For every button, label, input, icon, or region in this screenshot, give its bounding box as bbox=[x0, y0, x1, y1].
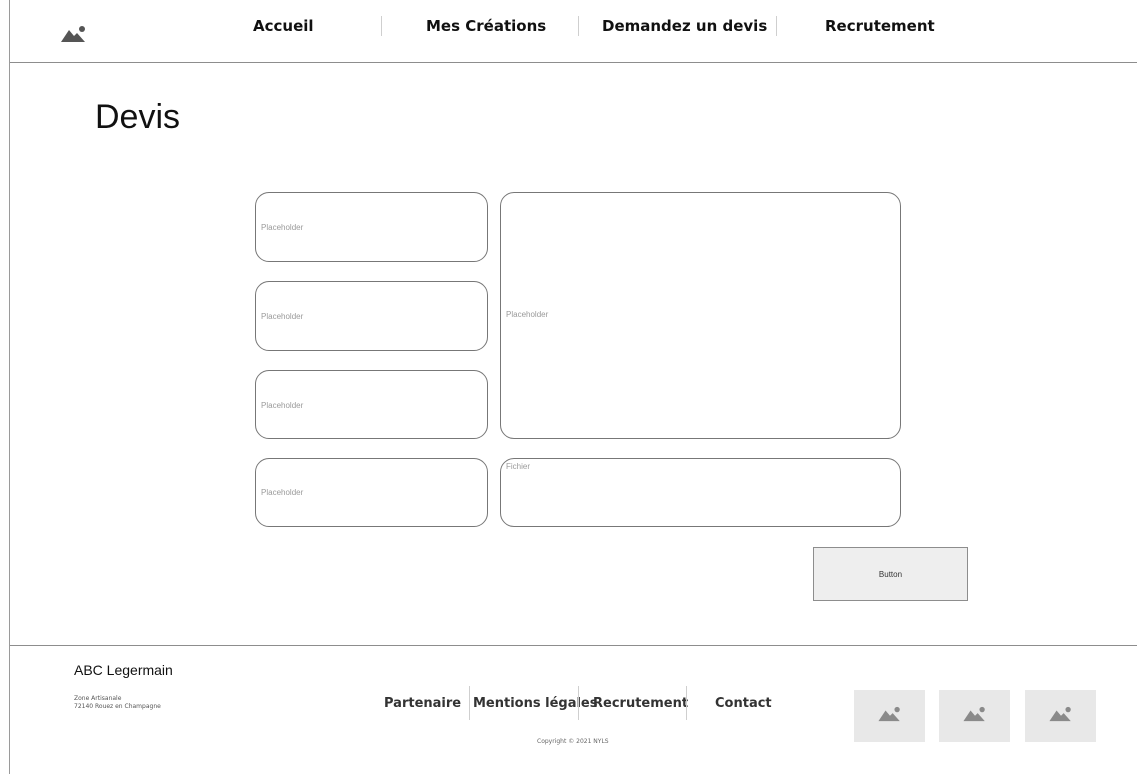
logo-image-icon[interactable] bbox=[61, 25, 87, 47]
footer-link-recrutement[interactable]: Recrutement bbox=[593, 696, 688, 711]
nav-divider bbox=[776, 16, 777, 36]
site-footer: ABC Legermain Zone Artisanale 72140 Roue… bbox=[10, 645, 1137, 775]
footer-link-partenaire[interactable]: Partenaire bbox=[384, 696, 461, 711]
footer-divider bbox=[469, 686, 470, 720]
text-input-field[interactable]: Placeholder bbox=[255, 192, 488, 262]
footer-brand: ABC Legermain bbox=[74, 662, 173, 678]
footer-divider bbox=[686, 686, 687, 720]
nav-accueil[interactable]: Accueil bbox=[253, 17, 314, 35]
image-placeholder-icon bbox=[1048, 706, 1073, 726]
input-placeholder: Placeholder bbox=[261, 401, 304, 410]
image-placeholder-icon bbox=[877, 706, 902, 726]
nav-recrutement[interactable]: Recrutement bbox=[825, 17, 935, 35]
footer-address-line: 72140 Rouez en Champagne bbox=[74, 703, 161, 710]
footer-thumbnail[interactable] bbox=[854, 690, 925, 742]
file-placeholder: Fichier bbox=[506, 462, 531, 471]
nav-divider bbox=[381, 16, 382, 36]
input-placeholder: Placeholder bbox=[261, 223, 304, 232]
site-header: Accueil Mes Créations Demandez un devis … bbox=[10, 0, 1137, 63]
text-input-field[interactable]: Placeholder bbox=[255, 458, 488, 527]
input-placeholder: Placeholder bbox=[261, 312, 304, 321]
footer-thumbnail[interactable] bbox=[939, 690, 1010, 742]
file-upload-field[interactable]: Fichier bbox=[500, 458, 901, 527]
input-placeholder: Placeholder bbox=[261, 488, 304, 497]
page-title: Devis bbox=[95, 98, 181, 136]
text-input-field[interactable]: Placeholder bbox=[255, 370, 488, 439]
copyright-text: Copyright © 2021 NYLS bbox=[537, 738, 609, 745]
message-textarea[interactable]: Placeholder bbox=[500, 192, 901, 439]
nav-mes-creations[interactable]: Mes Créations bbox=[426, 17, 546, 35]
text-input-field[interactable]: Placeholder bbox=[255, 281, 488, 351]
footer-thumbnail[interactable] bbox=[1025, 690, 1096, 742]
nav-demandez-un-devis[interactable]: Demandez un devis bbox=[602, 17, 767, 35]
submit-button[interactable]: Button bbox=[813, 547, 968, 601]
image-placeholder-icon bbox=[962, 706, 987, 726]
footer-divider bbox=[578, 686, 579, 720]
footer-link-contact[interactable]: Contact bbox=[715, 696, 772, 711]
textarea-placeholder: Placeholder bbox=[506, 310, 549, 319]
nav-divider bbox=[578, 16, 579, 36]
footer-address-line: Zone Artisanale bbox=[74, 695, 122, 702]
